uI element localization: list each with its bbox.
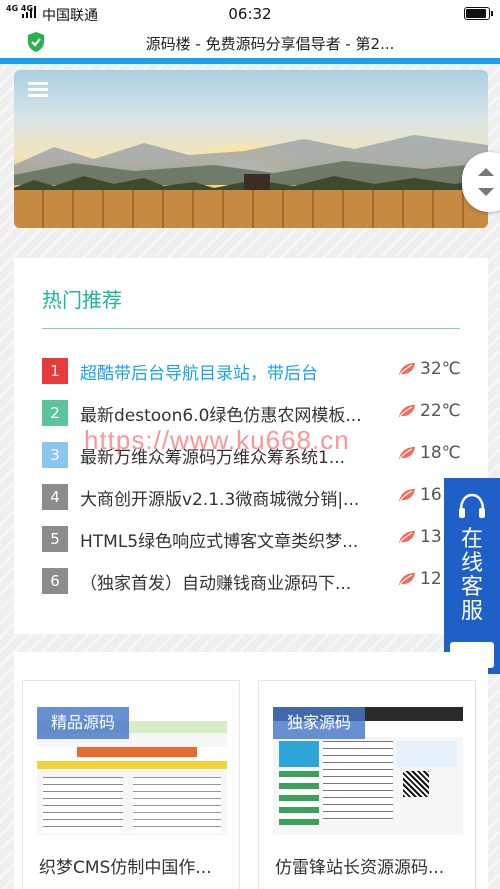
source-code-card: 精品源码 织梦CMS仿制中国作... 独家源码 仿雷锋站长资源源码... bbox=[14, 652, 488, 889]
header-accent-line bbox=[0, 58, 500, 64]
hot-item-temperature: 22℃ bbox=[420, 401, 461, 421]
leaf-icon bbox=[399, 447, 415, 459]
hero-banner[interactable] bbox=[14, 70, 488, 228]
leaf-icon bbox=[399, 531, 415, 543]
clock: 06:32 bbox=[228, 5, 272, 23]
hot-list-item[interactable]: 1 超酷带后台导航目录站，带后台 32℃ bbox=[42, 356, 466, 384]
shield-check-icon bbox=[28, 32, 44, 52]
hot-item-title[interactable]: （独家首发）自动赚钱商业源码下... bbox=[80, 569, 386, 594]
source-tag: 独家源码 bbox=[273, 707, 366, 739]
status-bar: 4G 4G 中国联通 06:32 bbox=[0, 0, 500, 28]
leaf-icon bbox=[399, 405, 415, 417]
hot-item-temperature: 18℃ bbox=[420, 443, 461, 463]
hot-item-temperature: 32℃ bbox=[420, 359, 461, 379]
hot-item-title[interactable]: HTML5绿色响应式博客文章类织梦... bbox=[80, 527, 386, 552]
source-thumbnail: 独家源码 bbox=[273, 707, 463, 835]
menu-icon[interactable] bbox=[28, 82, 48, 98]
watermark-url: https://www.ku668.cn bbox=[84, 425, 350, 455]
rank-badge: 6 bbox=[42, 568, 68, 594]
hot-item-temperature: 16 bbox=[420, 485, 442, 505]
source-tile[interactable]: 精品源码 织梦CMS仿制中国作... bbox=[22, 680, 240, 889]
chevron-down-icon[interactable] bbox=[478, 188, 494, 196]
browser-title-bar[interactable]: 源码楼 - 免费源码分享倡导者 - 第2... bbox=[0, 28, 500, 58]
hot-list-item[interactable]: 5 HTML5绿色响应式博客文章类织梦... 13 bbox=[42, 524, 466, 552]
hot-list-item[interactable]: 6 （独家首发）自动赚钱商业源码下... 12 bbox=[42, 566, 466, 594]
rank-badge: 5 bbox=[42, 526, 68, 552]
hot-list-item[interactable]: 2 最新destoon6.0绿色仿惠农网模板... 22℃ bbox=[42, 398, 466, 426]
hot-item-title[interactable]: 最新destoon6.0绿色仿惠农网模板... bbox=[80, 401, 386, 426]
source-thumbnail: 精品源码 bbox=[37, 707, 227, 835]
hot-item-title[interactable]: 超酷带后台导航目录站，带后台 bbox=[80, 359, 386, 384]
banner-deck bbox=[14, 190, 488, 228]
section-heading: 热门推荐 bbox=[42, 288, 122, 312]
heading-divider bbox=[42, 328, 460, 329]
source-name[interactable]: 仿雷锋站长资源源码... bbox=[275, 853, 465, 878]
hot-item-temperature: 12 bbox=[420, 569, 442, 589]
leaf-icon bbox=[399, 363, 415, 375]
source-name[interactable]: 织梦CMS仿制中国作... bbox=[39, 853, 229, 878]
rank-badge: 3 bbox=[42, 442, 68, 468]
source-tile[interactable]: 独家源码 仿雷锋站长资源源码... bbox=[258, 680, 476, 889]
rank-badge: 2 bbox=[42, 400, 68, 426]
hot-list-item[interactable]: 4 大商创开源版v2.1.3微商城微分销|... 16 bbox=[42, 482, 466, 510]
headset-icon bbox=[459, 493, 485, 518]
chevron-up-icon[interactable] bbox=[478, 168, 494, 176]
online-service-label: 在线客服 bbox=[460, 527, 483, 624]
hot-item-title[interactable]: 大商创开源版v2.1.3微商城微分销|... bbox=[80, 485, 386, 510]
leaf-icon bbox=[399, 573, 415, 585]
source-tag: 精品源码 bbox=[37, 707, 130, 739]
online-service-panel[interactable]: 在线客服 bbox=[444, 478, 500, 674]
rank-badge: 1 bbox=[42, 358, 68, 384]
battery-icon bbox=[464, 7, 493, 20]
hot-item-temperature: 13 bbox=[420, 527, 442, 547]
rank-badge: 4 bbox=[42, 484, 68, 510]
leaf-icon bbox=[399, 489, 415, 501]
page-title: 源码楼 - 免费源码分享倡导者 - 第2... bbox=[145, 35, 395, 53]
